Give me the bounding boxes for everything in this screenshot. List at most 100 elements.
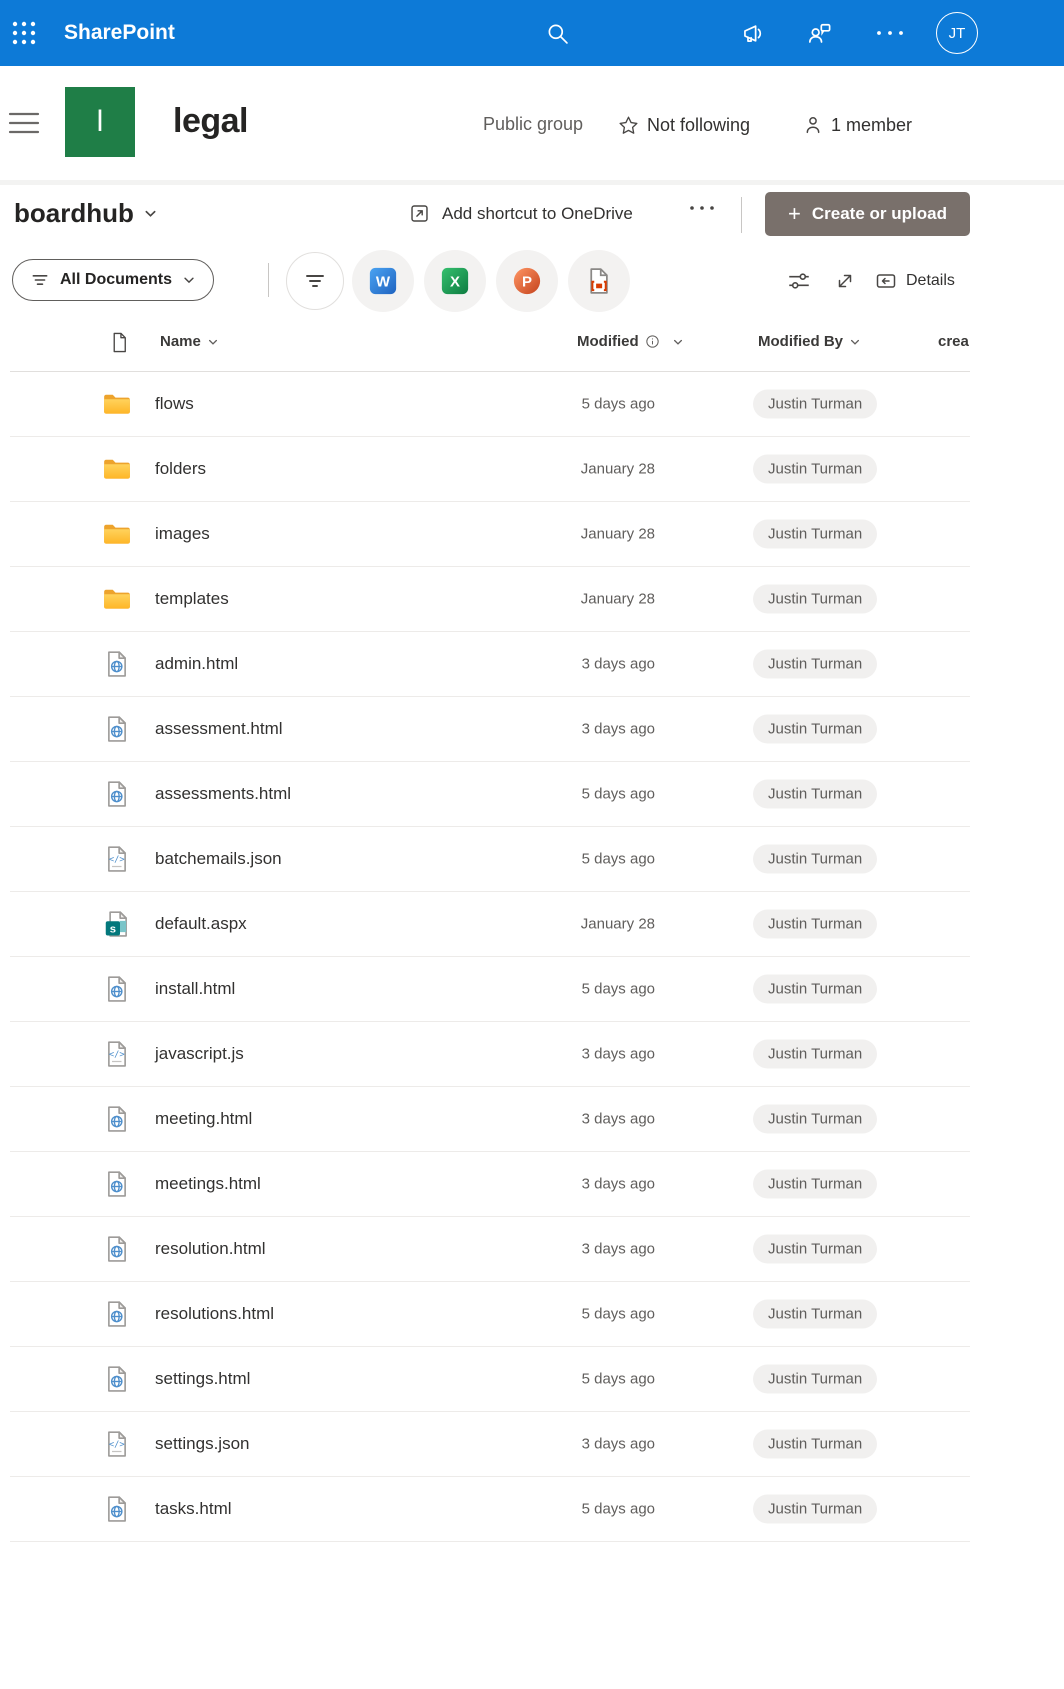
megaphone-icon[interactable] [741, 20, 768, 47]
modified-by-badge[interactable]: Justin Turman [753, 1235, 877, 1264]
file-name-link[interactable]: batchemails.json [155, 849, 282, 869]
file-name-link[interactable]: images [155, 524, 210, 544]
table-row[interactable]: meetings.html3 days agoJustin Turman [10, 1152, 970, 1217]
add-shortcut-label: Add shortcut to OneDrive [442, 204, 633, 224]
new-excel-workbook-icon[interactable]: X [424, 250, 486, 312]
file-name-link[interactable]: folders [155, 459, 206, 479]
hamburger-menu-icon[interactable] [8, 110, 40, 136]
feedback-icon[interactable] [806, 20, 833, 47]
media-document-icon[interactable] [568, 250, 630, 312]
table-row[interactable]: images January 28 Justin Turman [10, 502, 970, 567]
view-toolbar: All Documents W X [0, 245, 1064, 315]
site-logo[interactable]: l [65, 87, 135, 157]
table-row[interactable]: settings.html5 days agoJustin Turman [10, 1347, 970, 1412]
modified-by-badge[interactable]: Justin Turman [753, 1040, 877, 1069]
table-row[interactable]: assessment.html 3 days ago Justin Turman [10, 697, 970, 762]
table-row[interactable]: </>settings.json3 days agoJustin Turman [10, 1412, 970, 1477]
details-pane-button[interactable]: Details [874, 269, 955, 293]
avatar[interactable]: JT [936, 12, 978, 54]
file-name-link[interactable]: settings.json [155, 1434, 250, 1454]
file-name-link[interactable]: settings.html [155, 1369, 250, 1389]
modified-by-badge[interactable]: Justin Turman [753, 910, 877, 939]
svg-text:P: P [522, 274, 532, 291]
modified-by-badge[interactable]: Justin Turman [753, 455, 877, 484]
file-name-link[interactable]: meeting.html [155, 1109, 252, 1129]
column-header-modified[interactable]: Modified [577, 333, 684, 350]
file-name-link[interactable]: javascript.js [155, 1044, 244, 1064]
view-selector[interactable]: All Documents [12, 259, 214, 301]
modified-by-badge[interactable]: Justin Turman [753, 520, 877, 549]
view-options-sliders-icon[interactable] [786, 268, 812, 294]
members-button[interactable]: 1 member [802, 114, 912, 136]
create-or-upload-button[interactable]: + Create or upload [765, 192, 970, 236]
table-row[interactable]: </>javascript.js3 days agoJustin Turman [10, 1022, 970, 1087]
table-row[interactable]: templatesJanuary 28Justin Turman [10, 567, 970, 632]
column-header-name[interactable]: Name [160, 333, 219, 350]
modified-date: January 28 [515, 526, 655, 543]
folder-icon [102, 454, 132, 484]
file-name-link[interactable]: templates [155, 589, 229, 609]
info-icon[interactable] [645, 334, 660, 349]
table-row[interactable]: assessments.html5 days agoJustin Turman [10, 762, 970, 827]
new-powerpoint-presentation-icon[interactable]: P [496, 250, 558, 312]
modified-by-badge[interactable]: Justin Turman [753, 1170, 877, 1199]
chevron-down-icon [207, 336, 219, 348]
file-type-column-icon[interactable] [108, 331, 131, 354]
app-launcher-waffle-icon[interactable] [10, 19, 38, 47]
table-row[interactable]: install.html5 days agoJustin Turman [10, 957, 970, 1022]
modified-by-badge[interactable]: Justin Turman [753, 1105, 877, 1134]
command-more-icon[interactable] [688, 203, 716, 213]
search-icon[interactable] [544, 20, 571, 47]
command-bar: boardhub Add shortcut to OneDrive + Crea… [0, 185, 1064, 245]
modified-date: 3 days ago [515, 721, 655, 738]
modified-by-badge[interactable]: Justin Turman [753, 1365, 877, 1394]
file-name-link[interactable]: assessments.html [155, 784, 291, 804]
expand-icon[interactable] [833, 269, 857, 293]
modified-by-badge[interactable]: Justin Turman [753, 1430, 877, 1459]
suite-more-icon[interactable] [874, 28, 906, 38]
file-name-link[interactable]: flows [155, 394, 194, 414]
file-name-link[interactable]: admin.html [155, 654, 238, 674]
site-title[interactable]: legal [173, 102, 248, 141]
modified-date: 3 days ago [515, 1111, 655, 1128]
modified-date: 3 days ago [515, 1046, 655, 1063]
file-name-link[interactable]: install.html [155, 979, 235, 999]
html-file-icon [102, 779, 132, 809]
table-row[interactable]: admin.html3 days agoJustin Turman [10, 632, 970, 697]
library-title-dropdown[interactable]: boardhub [14, 198, 158, 229]
file-name-link[interactable]: assessment.html [155, 719, 283, 739]
follow-button[interactable]: Not following [617, 114, 750, 137]
add-shortcut-button[interactable]: Add shortcut to OneDrive [408, 202, 633, 225]
column-header-created[interactable]: crea [938, 333, 969, 350]
modified-date: 5 days ago [515, 851, 655, 868]
table-row[interactable]: flows5 days agoJustin Turman [10, 372, 970, 437]
file-name-link[interactable]: resolution.html [155, 1239, 266, 1259]
filter-lines-icon[interactable] [286, 252, 344, 310]
modified-by-badge[interactable]: Justin Turman [753, 650, 877, 679]
table-row[interactable]: meeting.html 3 days ago Justin Turman [10, 1087, 970, 1152]
table-row[interactable]: sdefault.aspxJanuary 28Justin Turman [10, 892, 970, 957]
modified-by-badge[interactable]: Justin Turman [753, 845, 877, 874]
modified-by-badge[interactable]: Justin Turman [753, 585, 877, 614]
modified-by-badge[interactable]: Justin Turman [753, 1495, 877, 1524]
file-name-link[interactable]: default.aspx [155, 914, 247, 934]
file-name-link[interactable]: resolutions.html [155, 1304, 274, 1324]
site-header: l legal Public group Not following 1 mem… [0, 66, 1064, 180]
modified-by-badge[interactable]: Justin Turman [753, 1300, 877, 1329]
table-row[interactable]: tasks.html5 days agoJustin Turman [10, 1477, 970, 1542]
modified-by-badge[interactable]: Justin Turman [753, 780, 877, 809]
sharepoint-brand-label[interactable]: SharePoint [64, 0, 175, 66]
modified-date: January 28 [515, 916, 655, 933]
table-row[interactable]: resolutions.html5 days agoJustin Turman [10, 1282, 970, 1347]
new-word-document-icon[interactable]: W [352, 250, 414, 312]
table-row[interactable]: resolution.html 3 days ago Justin Turman [10, 1217, 970, 1282]
file-name-link[interactable]: tasks.html [155, 1499, 232, 1519]
modified-date: 3 days ago [515, 1241, 655, 1258]
table-row[interactable]: </>batchemails.json5 days agoJustin Turm… [10, 827, 970, 892]
modified-by-badge[interactable]: Justin Turman [753, 390, 877, 419]
modified-by-badge[interactable]: Justin Turman [753, 715, 877, 744]
column-header-modified-by[interactable]: Modified By [758, 333, 861, 350]
file-name-link[interactable]: meetings.html [155, 1174, 261, 1194]
modified-by-badge[interactable]: Justin Turman [753, 975, 877, 1004]
table-row[interactable]: foldersJanuary 28Justin Turman [10, 437, 970, 502]
